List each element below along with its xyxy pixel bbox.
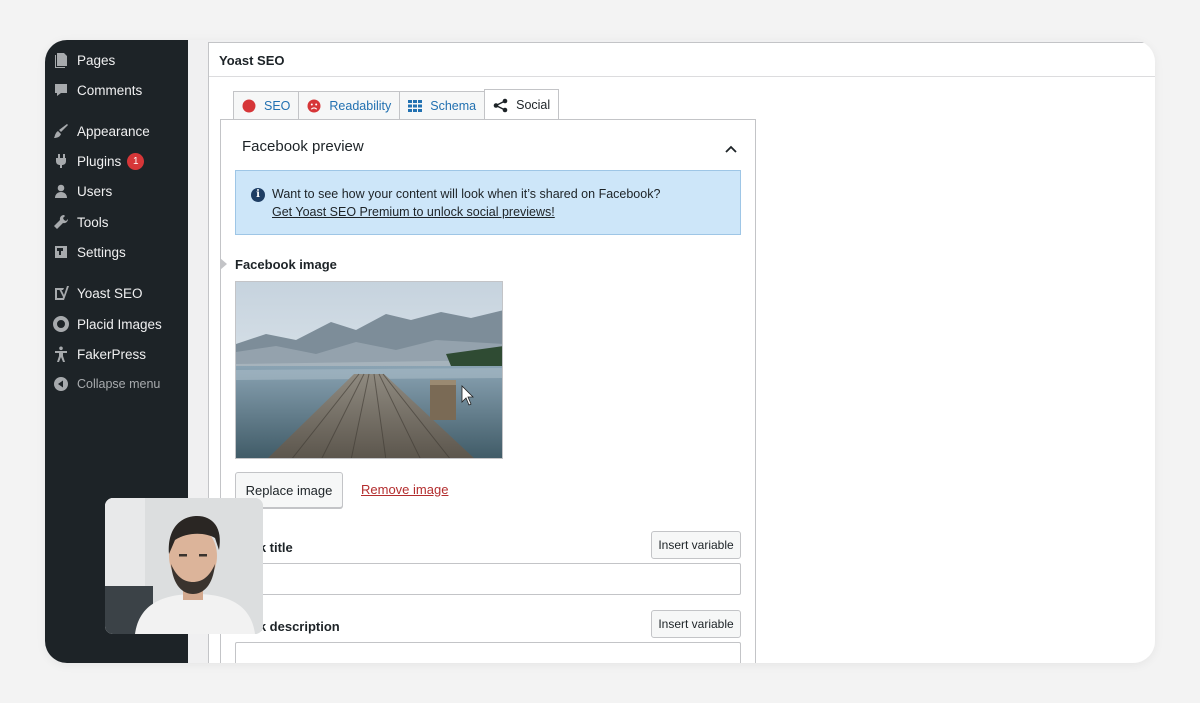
yoast-icon xyxy=(53,285,69,301)
plugins-icon xyxy=(53,153,69,169)
remove-image-link[interactable]: Remove image xyxy=(361,482,448,497)
info-icon: i xyxy=(251,188,265,202)
update-count-badge: 1 xyxy=(127,152,145,170)
social-tab-content: Facebook preview i Want to see how your … xyxy=(220,119,756,663)
sidebar-item-label: Comments xyxy=(77,82,143,98)
tab-label: SEO xyxy=(264,98,291,113)
comments-icon xyxy=(53,82,69,98)
pages-icon xyxy=(53,52,69,68)
metabox-title: Yoast SEO xyxy=(219,53,285,68)
sidebar-item-yoast-seo[interactable]: Yoast SEO xyxy=(45,280,188,306)
share-icon xyxy=(493,98,508,113)
screen-frame: Pages Comments Appearance Plugins 1 User… xyxy=(45,40,1155,663)
collapse-menu-button[interactable]: Collapse menu xyxy=(45,371,188,397)
readability-sad-icon xyxy=(307,99,321,113)
yoast-tabs: SEO Readability Schema Social xyxy=(233,89,560,120)
main-content: Yoast SEO SEO Readability Schema Social … xyxy=(188,40,1155,663)
sidebar-item-placid-images[interactable]: Placid Images xyxy=(45,311,188,337)
placid-icon xyxy=(53,316,69,332)
presenter-video xyxy=(105,498,263,634)
sidebar-item-label: Appearance xyxy=(77,123,150,139)
tab-social[interactable]: Social xyxy=(484,89,560,120)
collapse-arrow-icon xyxy=(53,376,69,392)
facebook-preview-heading: Facebook preview xyxy=(242,138,364,155)
tab-readability[interactable]: Readability xyxy=(298,91,401,119)
sidebar-item-label: Pages xyxy=(77,52,116,68)
collapse-menu-label: Collapse menu xyxy=(77,377,161,391)
users-icon xyxy=(53,183,69,199)
sidebar-item-label: Yoast SEO xyxy=(77,285,143,301)
premium-notice: i Want to see how your content will look… xyxy=(235,170,741,235)
sidebar-item-users[interactable]: Users xyxy=(45,178,188,204)
facebook-image-label: Facebook image xyxy=(235,257,337,272)
sidebar-item-pages[interactable]: Pages xyxy=(45,47,188,73)
tab-label: Schema xyxy=(430,98,477,113)
webcam-overlay xyxy=(105,498,263,634)
sidebar-item-label: FakerPress xyxy=(77,346,147,362)
premium-link[interactable]: Get Yoast SEO Premium to unlock social p… xyxy=(272,205,555,219)
section-marker xyxy=(220,258,227,270)
tab-label: Readability xyxy=(329,98,392,113)
sidebar-item-settings[interactable]: Settings xyxy=(45,239,188,265)
yoast-metabox: Yoast SEO SEO Readability Schema Social … xyxy=(208,42,1155,663)
metabox-divider xyxy=(209,76,1155,77)
fakerpress-icon xyxy=(53,346,69,362)
tab-label: Social xyxy=(516,98,551,112)
tab-seo[interactable]: SEO xyxy=(233,91,300,119)
lake-dock-image xyxy=(236,282,502,458)
appearance-icon xyxy=(53,123,69,139)
tab-schema[interactable]: Schema xyxy=(399,91,486,119)
sidebar-item-appearance[interactable]: Appearance xyxy=(45,118,188,144)
sidebar-item-label: Users xyxy=(77,183,113,199)
facebook-image-preview xyxy=(235,281,503,459)
facebook-title-input[interactable] xyxy=(235,563,741,595)
insert-variable-description-button[interactable]: Insert variable xyxy=(651,610,741,638)
settings-icon xyxy=(53,244,69,260)
sidebar-item-label: Placid Images xyxy=(77,316,162,332)
sidebar-item-label: Plugins xyxy=(77,153,122,169)
schema-grid-icon xyxy=(408,99,423,112)
sidebar-item-tools[interactable]: Tools xyxy=(45,209,188,235)
notice-text: Want to see how your content will look w… xyxy=(272,187,661,201)
insert-variable-title-button[interactable]: Insert variable xyxy=(651,531,741,559)
facebook-description-input[interactable] xyxy=(235,642,741,663)
sidebar-item-label: Tools xyxy=(77,214,109,230)
sidebar-item-comments[interactable]: Comments xyxy=(45,77,188,103)
tools-icon xyxy=(53,214,69,230)
sidebar-item-fakerpress[interactable]: FakerPress xyxy=(45,341,188,367)
sidebar-item-label: Settings xyxy=(77,244,126,260)
sidebar-item-plugins[interactable]: Plugins 1 xyxy=(45,148,188,174)
chevron-up-icon[interactable] xyxy=(725,140,737,158)
seo-score-icon xyxy=(242,99,256,113)
